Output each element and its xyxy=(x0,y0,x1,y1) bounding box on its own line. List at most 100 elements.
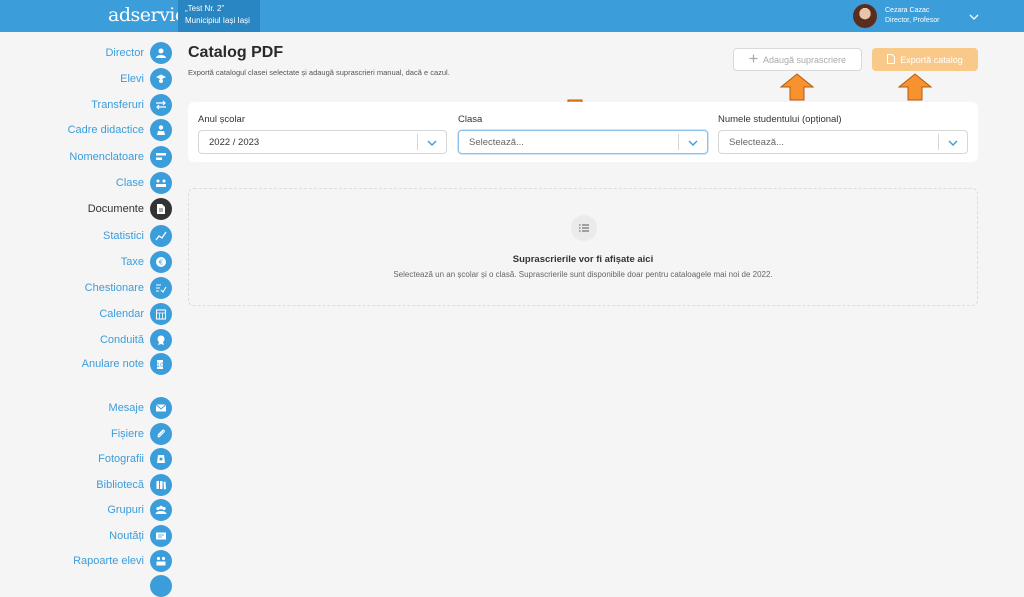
add-override-label: Adaugă suprascriere xyxy=(762,54,847,65)
class-placeholder: Selectează... xyxy=(469,137,524,148)
sidebar-item-label: Grupuri xyxy=(107,504,144,516)
student-placeholder: Selectează... xyxy=(729,137,784,148)
year-label: Anul școlar xyxy=(198,114,245,125)
sidebar-item-chestionare[interactable]: Chestionare xyxy=(85,276,172,300)
sidebar-item-label: Chestionare xyxy=(84,282,144,294)
sidebar-more-icon[interactable] xyxy=(150,575,172,597)
sidebar-item-calendar[interactable]: Calendar xyxy=(99,302,172,326)
list-icon xyxy=(571,215,597,241)
sidebar-item-label: Nomenclatoare xyxy=(69,151,144,163)
sidebar-item-label: Transferuri xyxy=(91,99,144,111)
cancel-grade-icon: 10 xyxy=(150,353,172,375)
photo-icon xyxy=(150,448,172,470)
chart-icon xyxy=(150,225,172,247)
sidebar-item-label: Conduită xyxy=(99,334,144,346)
page-subtitle: Exportă catalogul clasei selectate și ad… xyxy=(188,68,450,77)
school-selector[interactable]: „Test Nr. 2” Municipiul Iași Iași xyxy=(178,0,260,32)
school-name: „Test Nr. 2” xyxy=(185,4,225,13)
sidebar-item-fotografii[interactable]: Fotografii xyxy=(98,447,172,471)
paperclip-icon xyxy=(150,423,172,445)
sidebar-item-label: Anulare note xyxy=(81,358,144,370)
sidebar-item-nomenclatoare[interactable]: Nomenclatoare xyxy=(69,145,172,169)
sidebar-item-conduit-[interactable]: Conduită xyxy=(100,328,172,352)
app-logo[interactable]: adservio xyxy=(108,4,186,26)
empty-state-title: Suprascrierile vor fi afișate aici xyxy=(512,254,654,265)
classroom-icon xyxy=(150,172,172,194)
sidebar-item-label: Elevi xyxy=(120,73,144,85)
teacher-icon xyxy=(150,119,172,141)
group-icon xyxy=(150,499,172,521)
sidebar-item-label: Clase xyxy=(115,177,144,189)
sidebar-item-label: Fișiere xyxy=(110,428,144,440)
sidebar-item-label: Fotografii xyxy=(98,453,144,465)
sidebar-item-label: Taxe xyxy=(120,256,144,268)
transfer-icon xyxy=(150,94,172,116)
class-label: Clasa xyxy=(458,114,483,125)
sidebar-item-label: Bibliotecă xyxy=(96,479,144,491)
badge-icon xyxy=(150,329,172,351)
user-role: Director, Profesor xyxy=(885,17,940,24)
avatar[interactable] xyxy=(853,4,877,28)
add-override-button[interactable]: Adaugă suprascriere xyxy=(733,48,862,71)
user-info[interactable]: Cezara Cazac Director, Profesor xyxy=(885,6,939,26)
user-tie-icon xyxy=(150,42,172,64)
sidebar-item-mesaje[interactable]: Mesaje xyxy=(109,396,172,420)
sidebar-item-director[interactable]: Director xyxy=(105,41,172,65)
sidebar-item-transferuri[interactable]: Transferuri xyxy=(91,93,172,117)
sidebar-item-statistici[interactable]: Statistici xyxy=(103,224,172,248)
chevron-down-icon[interactable] xyxy=(426,137,438,149)
sidebar-item-label: Rapoarte elevi xyxy=(73,555,144,567)
sidebar-item-label: Mesaje xyxy=(108,402,144,414)
top-bar: adservio „Test Nr. 2” Municipiul Iași Ia… xyxy=(0,0,1024,32)
report-icon xyxy=(150,550,172,572)
select-divider xyxy=(417,134,418,150)
sidebar-item-cadre-didactice[interactable]: Cadre didactice xyxy=(68,118,172,142)
school-city: Municipiul Iași Iași xyxy=(185,16,250,25)
arrow-up-icon xyxy=(898,73,932,101)
arrow-up-icon xyxy=(780,73,814,101)
sidebar-item-elevi[interactable]: Elevi xyxy=(120,67,172,91)
sidebar-item-label: Calendar xyxy=(99,308,144,320)
file-icon xyxy=(887,53,896,66)
sidebar-item-nout-i[interactable]: Noutăți xyxy=(109,524,172,548)
sidebar-item-label: Statistici xyxy=(103,230,144,242)
list-icon xyxy=(150,146,172,168)
select-divider xyxy=(938,134,939,150)
year-value: 2022 / 2023 xyxy=(209,137,260,148)
student-label: Numele studentului (opțional) xyxy=(718,114,842,125)
svg-text:10: 10 xyxy=(156,362,164,369)
sidebar-item-documente[interactable]: Documente xyxy=(88,197,172,221)
empty-state-text: Selectează un an școlar și o clasă. Supr… xyxy=(393,270,773,279)
sidebar: Director Elevi Transferuri Cadre didactice N… xyxy=(0,32,180,597)
class-select[interactable]: Selectează... xyxy=(458,130,708,154)
news-icon xyxy=(150,525,172,547)
sidebar-item-rapoarte-elevi[interactable]: Rapoarte elevi xyxy=(73,549,172,573)
sidebar-item-clase[interactable]: Clase xyxy=(116,171,172,195)
year-select[interactable]: 2022 / 2023 xyxy=(198,130,447,154)
sidebar-item-grupuri[interactable]: Grupuri xyxy=(107,498,172,522)
survey-icon xyxy=(150,277,172,299)
chevron-down-icon[interactable] xyxy=(687,137,699,149)
select-divider xyxy=(678,134,679,150)
sidebar-item-label: Documente xyxy=(87,203,144,215)
sidebar-item-taxe[interactable]: Taxe € xyxy=(121,250,172,274)
sidebar-item-bibliotec-[interactable]: Bibliotecă xyxy=(96,473,172,497)
plus-icon xyxy=(749,54,758,65)
chevron-down-icon[interactable] xyxy=(947,137,959,149)
sidebar-item-label: Cadre didactice xyxy=(67,124,144,136)
chevron-down-icon[interactable] xyxy=(969,9,979,27)
export-catalog-button[interactable]: Exportă catalog xyxy=(872,48,978,71)
sidebar-item-label: Director xyxy=(105,47,144,59)
sidebar-item-anulare-note[interactable]: Anulare note 10 xyxy=(82,352,172,376)
calendar-icon xyxy=(150,303,172,325)
document-icon xyxy=(150,198,172,220)
graduate-icon xyxy=(150,68,172,90)
export-catalog-label: Exportă catalog xyxy=(900,54,963,65)
empty-state: Suprascrierile vor fi afișate aici Selec… xyxy=(188,188,978,306)
page-title: Catalog PDF xyxy=(188,44,284,61)
student-select[interactable]: Selectează... xyxy=(718,130,968,154)
svg-text:€: € xyxy=(159,259,163,267)
sidebar-item-label: Noutăți xyxy=(109,530,144,542)
euro-icon: € xyxy=(150,251,172,273)
sidebar-item-fi-iere[interactable]: Fișiere xyxy=(111,422,172,446)
